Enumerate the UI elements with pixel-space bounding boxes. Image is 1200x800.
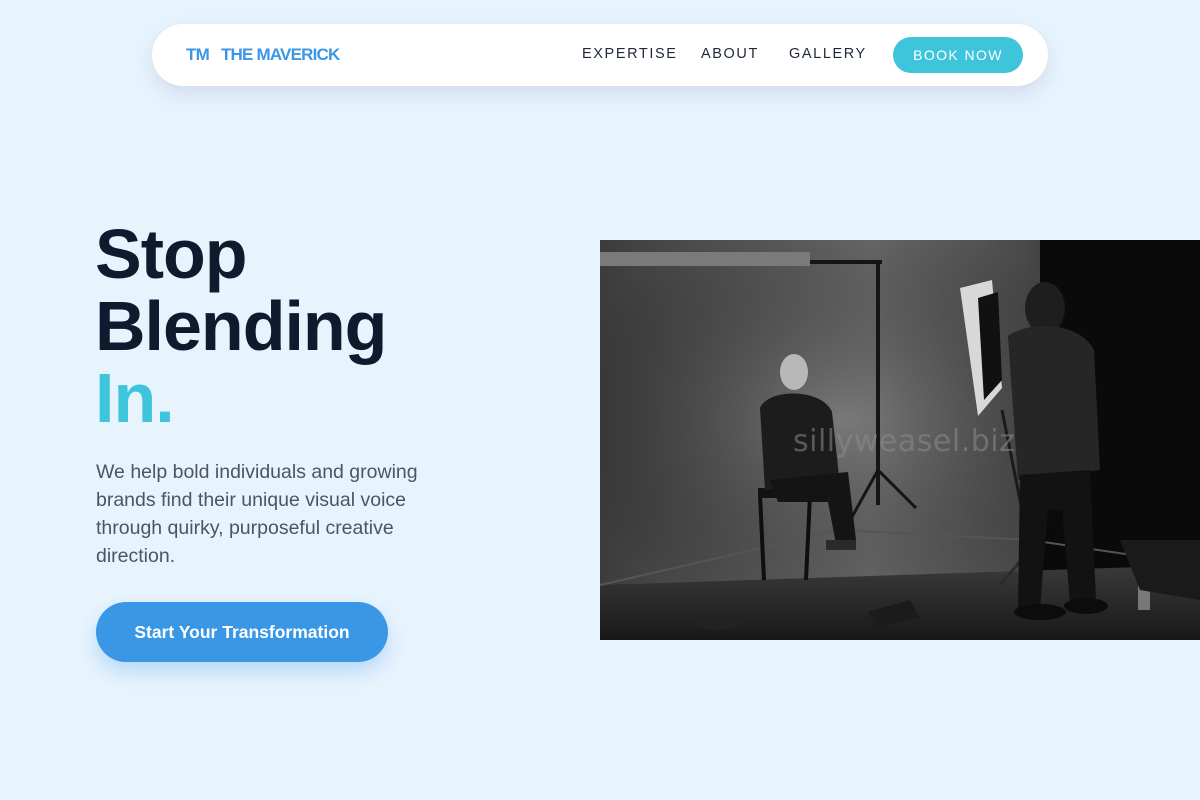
headline-line-1: Stop xyxy=(95,215,248,293)
start-transformation-button[interactable]: Start Your Transformation xyxy=(96,602,388,662)
headline-line-2: Blending xyxy=(95,287,387,365)
nav-link-gallery[interactable]: GALLERY xyxy=(789,46,867,62)
hero-headline: Stop Blending In. xyxy=(95,215,387,437)
hero-subtext: We help bold individuals and growing bra… xyxy=(96,461,418,567)
logo-text: THE MAVERICK xyxy=(220,45,340,64)
photo-watermark: sillyweasel.biz xyxy=(793,424,1016,459)
brand-logo[interactable]: TM THE MAVERICK xyxy=(186,45,340,65)
top-navbar: TM THE MAVERICK EXPERTISE ABOUT GALLERY … xyxy=(152,24,1048,86)
logo-mark: TM xyxy=(186,45,210,64)
nav-link-expertise[interactable]: EXPERTISE xyxy=(582,46,678,62)
book-now-button[interactable]: BOOK NOW xyxy=(893,37,1023,73)
headline-line-3: In. xyxy=(95,359,175,437)
hero-photo: sillyweasel.biz xyxy=(600,240,1200,640)
nav-link-about[interactable]: ABOUT xyxy=(701,46,759,62)
